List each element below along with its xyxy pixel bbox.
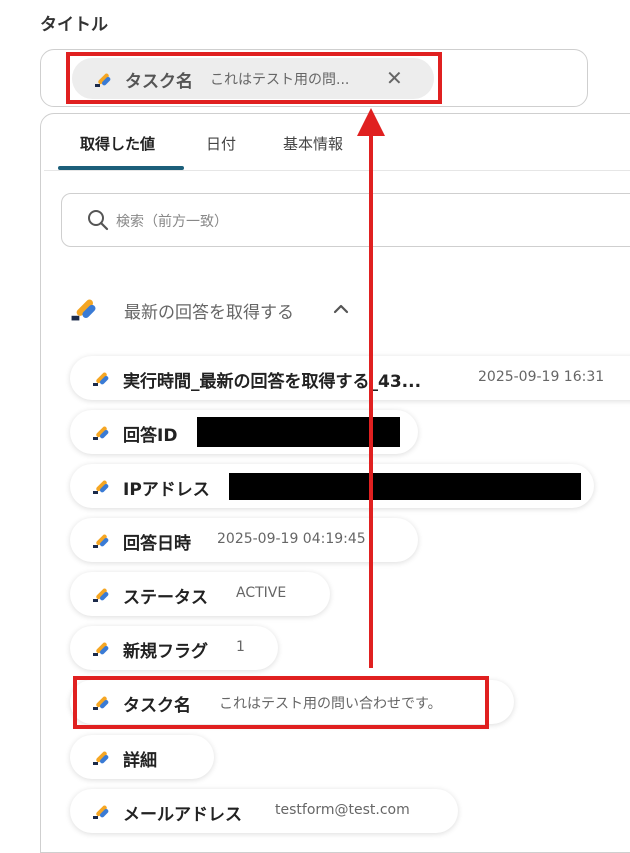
- title-chip-name: タスク名: [125, 72, 193, 92]
- annotation-arrow-line: [369, 130, 373, 668]
- app-logo-icon: [93, 372, 109, 386]
- chip-name: 詳細: [123, 751, 157, 771]
- chip-name: タスク名: [123, 696, 191, 716]
- chip-value: これはテスト用の問い合わせです。: [219, 696, 442, 712]
- chip-name: 実行時間_最新の回答を取得する_43...: [123, 372, 422, 392]
- tabs-divider: [44, 170, 630, 171]
- value-chip-ip-address[interactable]: IPアドレス: [70, 464, 594, 508]
- redacted-value: [229, 473, 581, 500]
- app-logo-icon: [93, 588, 109, 602]
- value-chip-exec-time[interactable]: 実行時間_最新の回答を取得する_43... 2025-09-19 16:31: [70, 356, 630, 400]
- chip-value: 1: [236, 639, 245, 655]
- value-chip-new-flag[interactable]: 新規フラグ 1: [70, 626, 278, 670]
- chip-name: 新規フラグ: [123, 642, 208, 662]
- chip-name: IPアドレス: [123, 480, 210, 500]
- annotation-arrow-head: [357, 108, 385, 136]
- app-logo-icon: [95, 73, 111, 87]
- app-logo-icon: [93, 805, 109, 819]
- value-chip-answer-datetime[interactable]: 回答日時 2025-09-19 04:19:45: [70, 518, 418, 562]
- section-title[interactable]: 最新の回答を取得する: [124, 298, 294, 323]
- value-chip-task-name[interactable]: タスク名 これはテスト用の問い合わせです。: [70, 680, 514, 724]
- field-label: タイトル: [40, 15, 108, 35]
- search-icon: [88, 210, 109, 231]
- app-logo-icon: [93, 480, 109, 494]
- chip-name: 回答ID: [123, 426, 178, 446]
- search-input[interactable]: 検索（前方一致）: [61, 193, 630, 247]
- chip-value: testform@test.com: [275, 802, 410, 818]
- chip-name: ステータス: [123, 588, 208, 608]
- tab-acquired-values[interactable]: 取得した値: [80, 133, 155, 154]
- app-logo-icon: [93, 696, 109, 710]
- chip-value: 2025-09-19 16:31: [478, 369, 605, 385]
- value-chip-email[interactable]: メールアドレス testform@test.com: [70, 789, 458, 833]
- value-chip-status[interactable]: ステータス ACTIVE: [70, 572, 330, 616]
- title-chip[interactable]: タスク名 これはテスト用の問... ✕: [72, 58, 434, 99]
- chevron-up-icon[interactable]: [332, 300, 350, 318]
- close-icon[interactable]: ✕: [386, 66, 403, 90]
- chip-name: 回答日時: [123, 534, 191, 554]
- value-chip-answer-id[interactable]: 回答ID: [70, 410, 418, 454]
- tab-basic-info[interactable]: 基本情報: [283, 133, 343, 154]
- chip-value: 2025-09-19 04:19:45: [217, 531, 366, 547]
- app-logo-icon: [71, 299, 96, 321]
- chip-value: ACTIVE: [236, 585, 287, 601]
- title-chip-value: これはテスト用の問...: [210, 72, 350, 88]
- search-placeholder: 検索（前方一致）: [116, 214, 228, 230]
- chip-name: メールアドレス: [123, 805, 242, 825]
- tab-date[interactable]: 日付: [206, 133, 236, 154]
- value-chip-details[interactable]: 詳細: [70, 735, 214, 779]
- app-logo-icon: [93, 426, 109, 440]
- app-logo-icon: [93, 751, 109, 765]
- app-logo-icon: [93, 642, 109, 656]
- app-logo-icon: [93, 534, 109, 548]
